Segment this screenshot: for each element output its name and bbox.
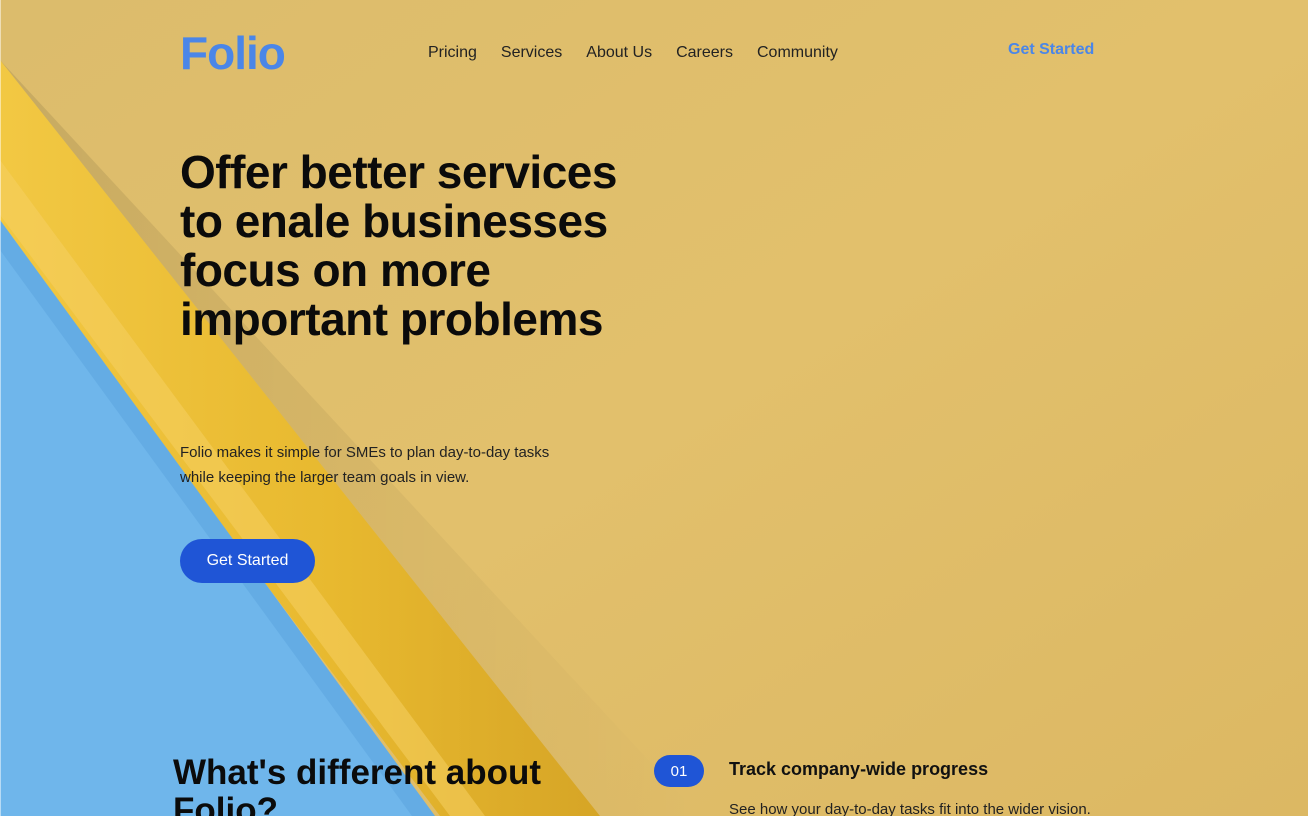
hero-subtitle: Folio makes it simple for SMEs to plan d…	[180, 444, 550, 486]
header-get-started-link[interactable]: Get Started	[1008, 41, 1094, 59]
nav-item-services[interactable]: Services	[501, 44, 562, 62]
feature-number-badge: 01	[654, 755, 704, 787]
nav-item-about-us[interactable]: About Us	[586, 44, 652, 62]
nav-item-careers[interactable]: Careers	[676, 44, 733, 62]
nav-item-pricing[interactable]: Pricing	[428, 44, 477, 62]
features-heading: What's different about Folio?	[173, 753, 542, 816]
main-nav: Pricing Services About Us Careers Commun…	[428, 44, 838, 62]
hero-title: Offer better services to enale businesse…	[180, 146, 617, 345]
brand-logo[interactable]: Folio	[180, 30, 286, 76]
feature-title: Track company-wide progress	[729, 759, 989, 779]
hero-get-started-button[interactable]: Get Started	[180, 539, 315, 583]
feature-description: See how your day-to-day tasks fit into t…	[729, 801, 1091, 816]
nav-item-community[interactable]: Community	[757, 44, 838, 62]
hero-background-image	[0, 0, 1308, 816]
